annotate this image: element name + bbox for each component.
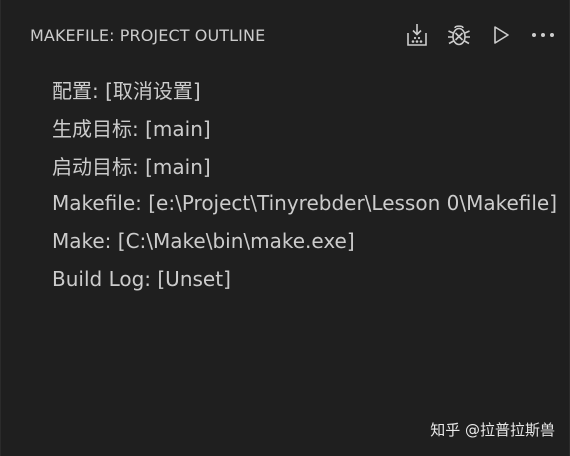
outline-item-build-log[interactable]: Build Log: [Unset] — [52, 260, 557, 298]
outline-item-launch-target[interactable]: 启动目标: [main] — [52, 146, 557, 184]
run-icon — [490, 23, 512, 47]
panel-header: MAKEFILE: PROJECT OUTLINE — [1, 0, 570, 72]
more-icon — [531, 31, 555, 39]
header-actions — [403, 20, 557, 50]
install-icon — [405, 22, 429, 48]
watermark: 知乎 @拉普拉斯兽 — [430, 421, 555, 439]
outline-item-label: Make: [C:\Make\bin\make.exe] — [52, 229, 355, 253]
outline-item-label: 生成目标: [main] — [52, 116, 211, 141]
outline-item-make[interactable]: Make: [C:\Make\bin\make.exe] — [52, 222, 557, 260]
install-button[interactable] — [403, 20, 431, 50]
outline-item-label: Build Log: [Unset] — [52, 267, 231, 291]
panel-title: MAKEFILE: PROJECT OUTLINE — [30, 26, 266, 45]
debug-button[interactable] — [445, 20, 473, 50]
outline-item-build-target[interactable]: 生成目标: [main] — [52, 108, 557, 146]
outline-item-label: Makefile: [e:\Project\Tinyrebder\Lesson … — [52, 191, 558, 215]
more-actions-button[interactable] — [529, 20, 557, 50]
run-button[interactable] — [487, 20, 515, 50]
outline-item-makefile[interactable]: Makefile: [e:\Project\Tinyrebder\Lesson … — [52, 184, 557, 222]
project-outline-list: 配置: [取消设置] 生成目标: [main] 启动目标: [main] Mak… — [52, 70, 557, 298]
outline-item-label: 启动目标: [main] — [52, 154, 211, 179]
debug-icon — [446, 22, 472, 48]
outline-item-configuration[interactable]: 配置: [取消设置] — [52, 70, 557, 108]
makefile-project-outline-panel: MAKEFILE: PROJECT OUTLINE 配置: [取消设置] 生成目… — [0, 0, 570, 456]
outline-item-label: 配置: [取消设置] — [52, 78, 201, 103]
